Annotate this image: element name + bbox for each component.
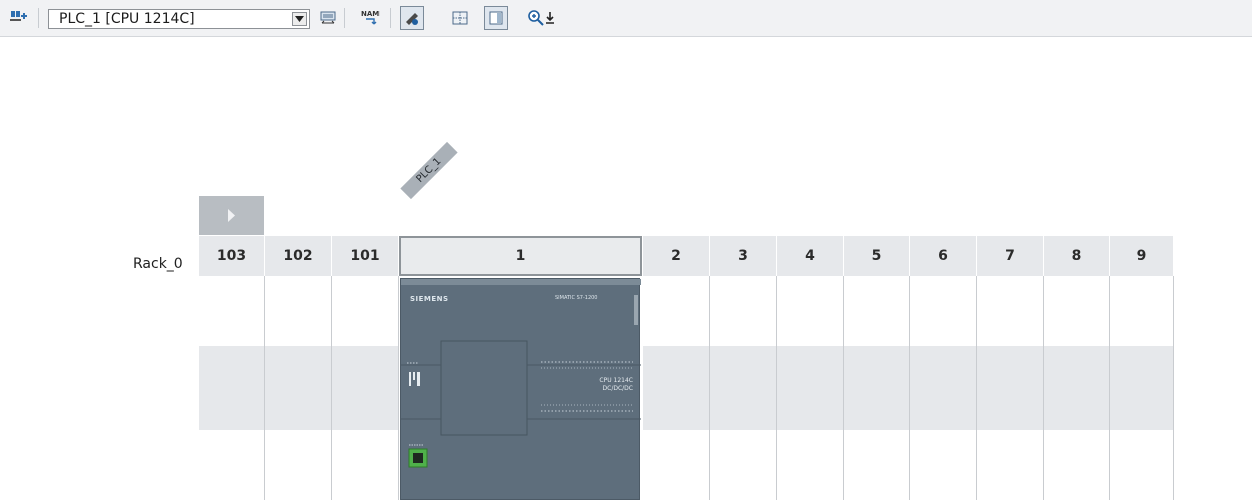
slot-9[interactable] [1110, 276, 1174, 500]
cpu-module[interactable]: SIEMENS SIMATIC S7-1200 CPU 1214C DC/DC/… [400, 278, 641, 500]
rack-expand-button[interactable] [199, 196, 264, 235]
slot-header-5[interactable]: 5 [844, 236, 910, 276]
slot-header-9[interactable]: 9 [1110, 236, 1174, 276]
slot-4[interactable] [777, 276, 844, 500]
toolbar-separator [344, 8, 345, 28]
slot-header-3[interactable]: 3 [710, 236, 777, 276]
network-device-icon[interactable] [8, 8, 28, 28]
slot-header-7[interactable]: 7 [977, 236, 1044, 276]
slot-header-6[interactable]: 6 [910, 236, 977, 276]
slot-101[interactable] [332, 276, 399, 500]
download-arrow-icon[interactable] [544, 8, 556, 28]
slot-102[interactable] [265, 276, 332, 500]
panel-icon[interactable] [484, 6, 508, 30]
cpu-brand-label: SIEMENS [410, 295, 449, 303]
device-selector[interactable]: PLC_1 [CPU 1214C] [48, 9, 310, 29]
dropdown-arrow-icon[interactable] [292, 12, 307, 26]
slot-header-8[interactable]: 8 [1044, 236, 1110, 276]
slot-header-103[interactable]: 103 [199, 236, 265, 276]
grid-icon[interactable] [450, 8, 470, 28]
slot-6[interactable] [910, 276, 977, 500]
slot-header-1[interactable]: 1 [399, 236, 642, 276]
rack-label: Rack_0 [133, 256, 183, 272]
toolbar-separator [38, 8, 39, 28]
show-module-icon[interactable] [400, 6, 424, 30]
device-name-tag[interactable]: PLC_1 [400, 141, 458, 200]
toolbar-separator [390, 8, 391, 28]
slot-header-4[interactable]: 4 [777, 236, 844, 276]
cpu-model-line-label: SIMATIC S7-1200 [555, 295, 598, 301]
zoom-in-icon[interactable] [526, 8, 546, 28]
slot-header-2[interactable]: 2 [643, 236, 710, 276]
svg-text:NAME: NAME [361, 10, 380, 18]
slot-3[interactable] [710, 276, 777, 500]
toolbar: PLC_1 [CPU 1214C] NAME [0, 0, 1252, 37]
cpu-type-label: CPU 1214C [599, 377, 633, 384]
slot-2[interactable] [643, 276, 710, 500]
slot-header-101[interactable]: 101 [332, 236, 399, 276]
slot-7[interactable] [977, 276, 1044, 500]
rack-overview-icon[interactable] [318, 8, 338, 28]
name-tag-icon[interactable]: NAME [360, 8, 380, 28]
device-selector-value: PLC_1 [CPU 1214C] [59, 11, 195, 27]
cpu-subtype-label: DC/DC/DC [602, 385, 633, 392]
slot-5[interactable] [844, 276, 910, 500]
slot-8[interactable] [1044, 276, 1110, 500]
slot-103[interactable] [199, 276, 265, 500]
slot-header-102[interactable]: 102 [265, 236, 332, 276]
